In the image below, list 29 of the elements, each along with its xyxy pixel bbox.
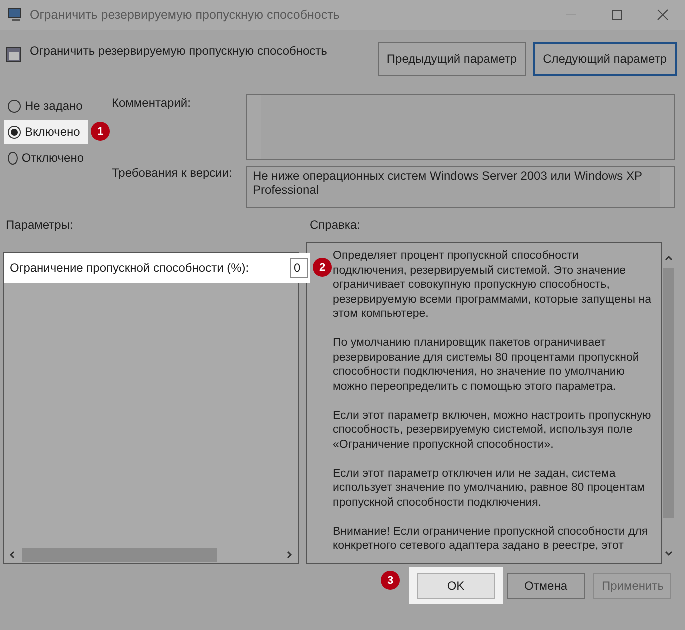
dialog-button[interactable]: OK <box>417 573 495 599</box>
requirements-label: Требования к версии: <box>112 166 234 182</box>
parameter-label: Ограничение пропускной способности (%): <box>10 261 250 275</box>
help-paragraph: По умолчанию планировщик пакетов ограничивает резервирование для системы 80 процентами пропускной способности подключения, но значение по умолчанию можно переопределить с помощью этого параметра. <box>333 336 640 394</box>
policy-icon <box>6 47 22 63</box>
close-icon[interactable] <box>657 9 669 21</box>
navigation-button[interactable]: Следующий параметр <box>533 42 677 76</box>
navigation-button[interactable]: Предыдущий параметр <box>378 42 526 76</box>
number-field[interactable]: 0 <box>290 258 308 278</box>
help-paragraph: Внимание! Если ограничение пропускной способности для конкретного сетевого адаптера задано в реестре, этот <box>333 524 650 554</box>
help-paragraph: Если этот параметр включен, можно настроить пропускную способность, резервируемую системой, используя поле «Ограничение пропускной способности». <box>333 408 652 452</box>
maximize-icon[interactable] <box>611 9 623 21</box>
help-paragraph: Определяет процент пропускной способности подключения, резервируемый системой. Это значение ограничивает совокупную пропускную способность, резервируемую всеми программами, которые запущены на этом компьютере. <box>333 249 653 322</box>
callout-badge: 1 <box>91 122 110 141</box>
window-title: Ограничить резервируемую пропускную способность <box>30 8 341 22</box>
policy-title: Ограничить резервируемую пропускную способность <box>30 44 328 58</box>
comment-field[interactable] <box>246 94 675 160</box>
dialog-button[interactable]: Отмена <box>507 573 585 599</box>
computer-icon <box>8 7 24 23</box>
scrollbar[interactable] <box>247 95 261 159</box>
requirements-field: Не ниже операционных систем Windows Server 2003 или Windows XP Professional <box>246 166 675 208</box>
comment-label: Комментарий: <box>112 96 192 112</box>
parameters-label: Параметры: <box>6 218 74 234</box>
radio-option[interactable]: Отключено <box>4 146 88 170</box>
scrollbar[interactable] <box>660 167 674 207</box>
help-label: Справка: <box>310 218 360 234</box>
help-paragraph: Если этот параметр отключен или не задан, система использует значение по умолчанию, равное 80 процентам пропускной способности подключения. <box>333 466 646 510</box>
callout-badge: 3 <box>381 571 400 590</box>
radio-option[interactable]: Не задано <box>4 94 88 118</box>
